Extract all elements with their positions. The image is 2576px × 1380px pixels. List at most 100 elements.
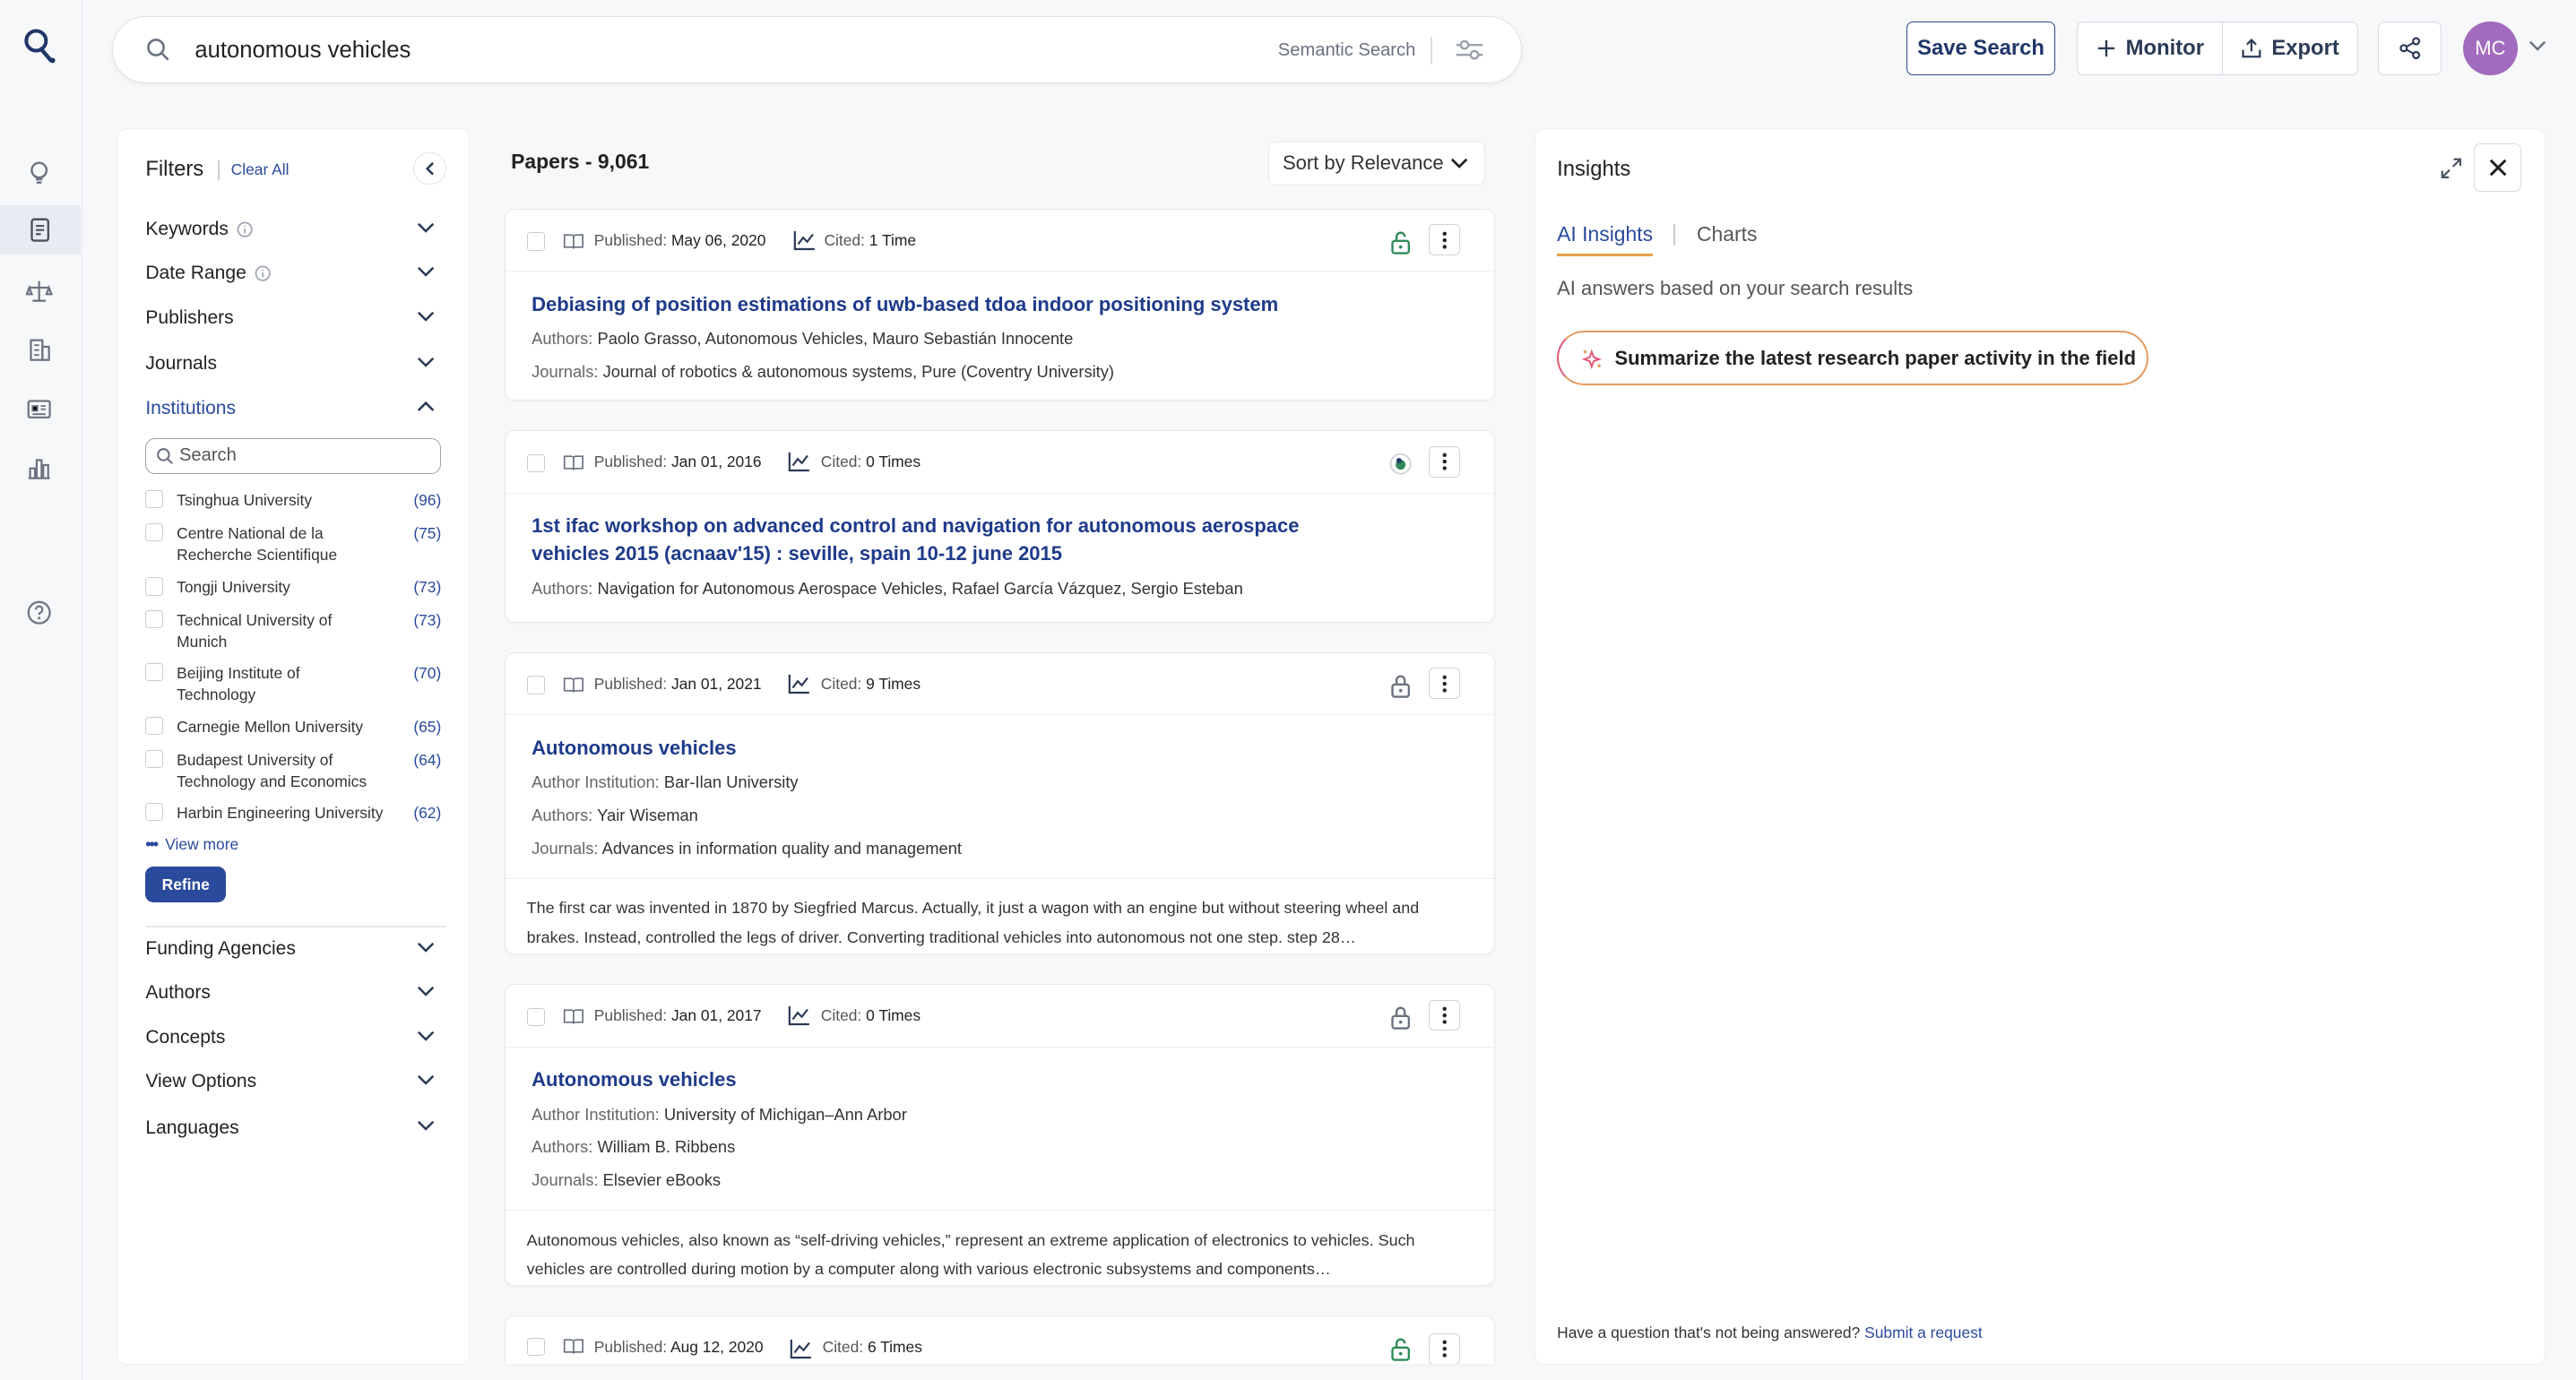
analytics-icon[interactable] <box>22 450 57 486</box>
institution-search-input[interactable]: Search <box>145 437 442 474</box>
checkbox[interactable] <box>145 610 164 629</box>
published-value: Aug 12, 2020 <box>670 1338 764 1357</box>
app-logo-icon[interactable] <box>20 26 59 65</box>
bronze-access-icon[interactable] <box>1387 451 1413 477</box>
close-insights-button[interactable] <box>2474 143 2522 192</box>
paper-title-link[interactable]: 1st ifac workshop on advanced control an… <box>532 512 1304 567</box>
open-access-icon[interactable] <box>1387 229 1413 255</box>
filter-concepts[interactable]: Concepts <box>145 1021 441 1054</box>
paper-title-link[interactable]: Debiasing of position estimations of uwb… <box>532 290 1468 318</box>
checkbox[interactable] <box>145 522 164 542</box>
chevron-down-icon <box>417 266 435 277</box>
institution-value: University of Michigan–Ann Arbor <box>663 1104 907 1124</box>
more-options-button[interactable] <box>1429 668 1460 700</box>
help-icon[interactable] <box>22 595 57 631</box>
scale-icon[interactable] <box>22 272 57 308</box>
collapse-filters-button[interactable] <box>413 151 446 185</box>
checkbox[interactable] <box>145 490 164 509</box>
insights-title: Insights <box>1557 157 1631 182</box>
paper-card[interactable]: Published: Jan 01, 2021 Cited: 9 Times A… <box>504 651 1496 955</box>
filter-date-range[interactable]: Date Range <box>145 257 441 290</box>
select-checkbox[interactable] <box>526 676 545 694</box>
institution-icon[interactable] <box>22 332 57 367</box>
footer-text: Have a question that's not being answere… <box>1557 1323 1861 1341</box>
checkbox[interactable] <box>145 802 164 821</box>
paper-title-link[interactable]: Autonomous vehicles <box>532 1065 1468 1093</box>
sort-dropdown[interactable]: Sort by Relevance <box>1268 141 1486 186</box>
select-checkbox[interactable] <box>526 1007 545 1026</box>
kebab-icon <box>1442 675 1447 693</box>
paper-card[interactable]: Published: Jan 01, 2017 Cited: 0 Times A… <box>504 984 1496 1287</box>
filter-institutions[interactable]: Institutions <box>145 392 441 425</box>
published-date: Published: May 06, 2020 <box>594 210 766 272</box>
more-options-button[interactable] <box>1429 999 1460 1031</box>
search-input[interactable] <box>194 17 1181 85</box>
filter-label: Keywords <box>145 218 229 239</box>
lock-icon[interactable] <box>1387 673 1413 699</box>
paper-card[interactable]: Published: Jan 01, 2016 Cited: 0 Times 1… <box>504 430 1496 623</box>
semantic-search-label[interactable]: Semantic Search <box>1278 17 1416 84</box>
search-divider <box>1430 37 1432 65</box>
institution-name: Centre National de la Recherche Scientif… <box>177 523 338 564</box>
institution-name: Budapest University of Technology and Ec… <box>177 750 367 790</box>
paper-title-link[interactable]: Autonomous vehicles <box>532 734 1468 762</box>
chevron-down-icon[interactable] <box>2528 39 2546 53</box>
filter-authors[interactable]: Authors <box>145 977 441 1010</box>
paper-card[interactable]: Published: Aug 12, 2020 Cited: 6 Times <box>504 1315 1496 1364</box>
checkbox[interactable] <box>145 749 164 769</box>
filter-languages[interactable]: Languages <box>145 1111 441 1144</box>
checkbox[interactable] <box>145 662 164 681</box>
paper-abstract: Autonomous vehicles, also known as “self… <box>505 1210 1495 1285</box>
expand-icon[interactable] <box>2440 157 2463 180</box>
institution-count: (73) <box>413 611 442 630</box>
refine-button[interactable]: Refine <box>145 867 227 903</box>
search-settings-icon[interactable] <box>1455 37 1484 63</box>
tab-ai-insights[interactable]: AI Insights <box>1557 222 1654 256</box>
chevron-down-icon <box>417 1074 435 1085</box>
news-icon[interactable] <box>22 391 57 427</box>
more-options-button[interactable] <box>1429 224 1460 256</box>
sort-label: Sort by Relevance <box>1282 151 1444 175</box>
main-search-bar[interactable]: Semantic Search <box>111 16 1522 85</box>
info-icon[interactable] <box>255 265 271 281</box>
share-button[interactable] <box>2377 21 2442 76</box>
filter-funding-agencies[interactable]: Funding Agencies <box>145 932 441 965</box>
chevron-down-icon <box>417 222 435 233</box>
clear-all-link[interactable]: Clear All <box>231 160 290 179</box>
filter-journals[interactable]: Journals <box>145 348 441 381</box>
kebab-icon <box>1442 453 1447 470</box>
institution-label: Author Institution: <box>532 1104 660 1124</box>
select-checkbox[interactable] <box>526 453 545 473</box>
tab-charts[interactable]: Charts <box>1697 222 1757 246</box>
checkbox[interactable] <box>145 717 164 736</box>
published-label: Published: <box>593 1338 668 1357</box>
paper-card[interactable]: Published: May 06, 2020 Cited: 1 Time De… <box>504 208 1496 401</box>
papers-nav-icon[interactable] <box>0 205 81 255</box>
view-more-link[interactable]: ••• View more <box>145 835 238 854</box>
chevron-down-icon <box>417 942 435 953</box>
kebab-icon <box>1442 231 1447 249</box>
monitor-button[interactable]: Monitor <box>2077 21 2224 76</box>
export-button[interactable]: Export <box>2221 21 2358 76</box>
select-checkbox[interactable] <box>526 1338 545 1357</box>
suggestion-prompt-button[interactable]: Summarize the latest research paper acti… <box>1557 331 2149 385</box>
submit-request-link[interactable]: Submit a request <box>1864 1324 1983 1341</box>
more-options-button[interactable] <box>1429 445 1460 478</box>
filters-panel: Filters Clear All Keywords Date Range Pu… <box>117 127 471 1366</box>
more-options-button[interactable] <box>1429 1333 1460 1364</box>
papers-count-title: Papers - 9,061 <box>511 149 650 173</box>
ideas-icon[interactable] <box>22 154 57 190</box>
filter-keywords[interactable]: Keywords <box>145 212 441 246</box>
lock-icon[interactable] <box>1387 1005 1413 1031</box>
tab-divider <box>1673 224 1676 246</box>
institution-name: Beijing Institute of Technology <box>177 663 300 703</box>
select-checkbox[interactable] <box>526 232 545 251</box>
filter-view-options[interactable]: View Options <box>145 1065 441 1099</box>
info-icon[interactable] <box>237 221 253 237</box>
open-access-icon[interactable] <box>1387 1336 1413 1362</box>
save-search-button[interactable]: Save Search <box>1906 21 2056 76</box>
checkbox[interactable] <box>145 577 164 596</box>
institution-count: (75) <box>413 523 442 542</box>
user-avatar[interactable]: MC <box>2463 21 2518 76</box>
filter-publishers[interactable]: Publishers <box>145 301 441 334</box>
